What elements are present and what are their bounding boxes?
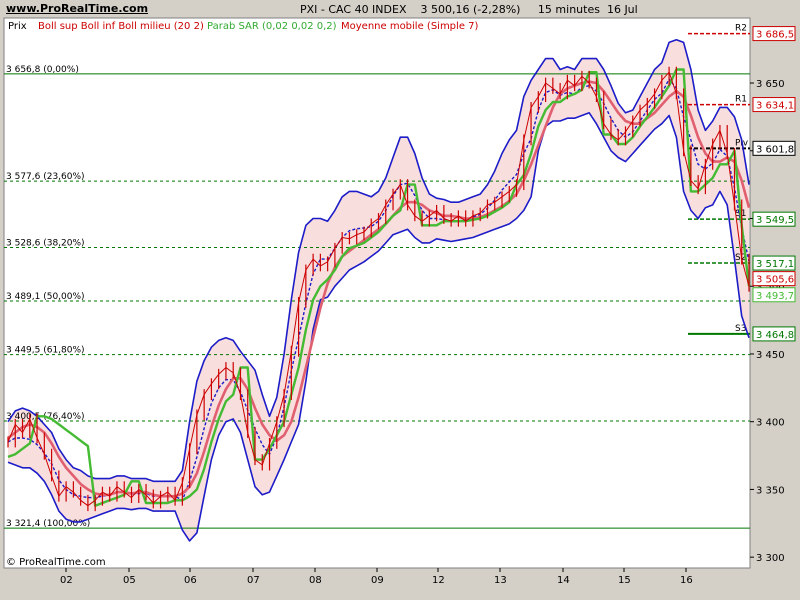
y-tick-label: 3 400 — [756, 418, 785, 429]
last-value-text: 3 505,6 — [756, 275, 794, 286]
legend-bollinger: Boll sup Boll inf Boll milieu (20 2) — [38, 21, 204, 32]
pivot-label: R1 — [735, 95, 747, 105]
pivot-price-text: 3 464,8 — [756, 330, 794, 341]
legend-sar: Parab SAR (0,02 0,02 0,2) — [207, 21, 337, 32]
x-tick-label: 09 — [371, 575, 384, 586]
x-tick-label: 13 — [494, 575, 507, 586]
pivot-price-text: 3 549,5 — [756, 215, 794, 226]
fib-level-label: 3 577,6 (23,60%) — [6, 172, 85, 182]
x-tick-label: 02 — [60, 575, 73, 586]
x-tick-label: 14 — [557, 575, 570, 586]
pivot-price-text: 3 601,8 — [756, 144, 794, 155]
fib-level-label: 3 528,6 (38,20%) — [6, 238, 85, 248]
fib-level-label: 3 321,4 (100,00%) — [6, 519, 90, 529]
x-tick-label: 06 — [184, 575, 197, 586]
fib-level-label: 3 449,5 (61,80%) — [6, 346, 85, 356]
y-tick-label: 3 300 — [756, 553, 785, 564]
y-tick-label: 3 350 — [756, 485, 785, 496]
legend-prix: Prix — [8, 21, 27, 32]
x-tick-label: 07 — [247, 575, 260, 586]
pivot-price-text: 3 634,1 — [756, 101, 794, 112]
x-tick-label: 05 — [123, 575, 136, 586]
pivot-label: R2 — [735, 24, 747, 34]
last-value-text: 3 493,7 — [756, 291, 794, 302]
copyright-text: © ProRealTime.com — [6, 557, 106, 568]
pivot-price-text: 3 686,5 — [756, 30, 794, 41]
x-tick-label: 08 — [309, 575, 322, 586]
chart-canvas: 3 656,8 (0,00%) 3 577,6 (23,60%) 3 528,6 (… — [3, 17, 796, 586]
x-tick-label: 16 — [680, 575, 693, 586]
legend-moving-average: Moyenne mobile (Simple 7) — [341, 21, 479, 32]
y-tick-label: 3 650 — [756, 79, 785, 90]
x-tick-label: 15 — [618, 575, 631, 586]
fib-level-label: 3 656,8 (0,00%) — [6, 65, 79, 75]
y-tick-label: 3 450 — [756, 350, 785, 361]
fib-level-label: 3 489,1 (50,00%) — [6, 292, 85, 302]
pivot-price-text: 3 517,1 — [756, 259, 794, 270]
x-tick-label: 12 — [432, 575, 445, 586]
x-axis: 02 05 06 07 08 09 12 13 14 15 16 — [60, 568, 693, 586]
price-boxes: 3 686,5 3 634,1 3 601,8 3 549,5 3 517,1 3 464… — [752, 26, 796, 342]
